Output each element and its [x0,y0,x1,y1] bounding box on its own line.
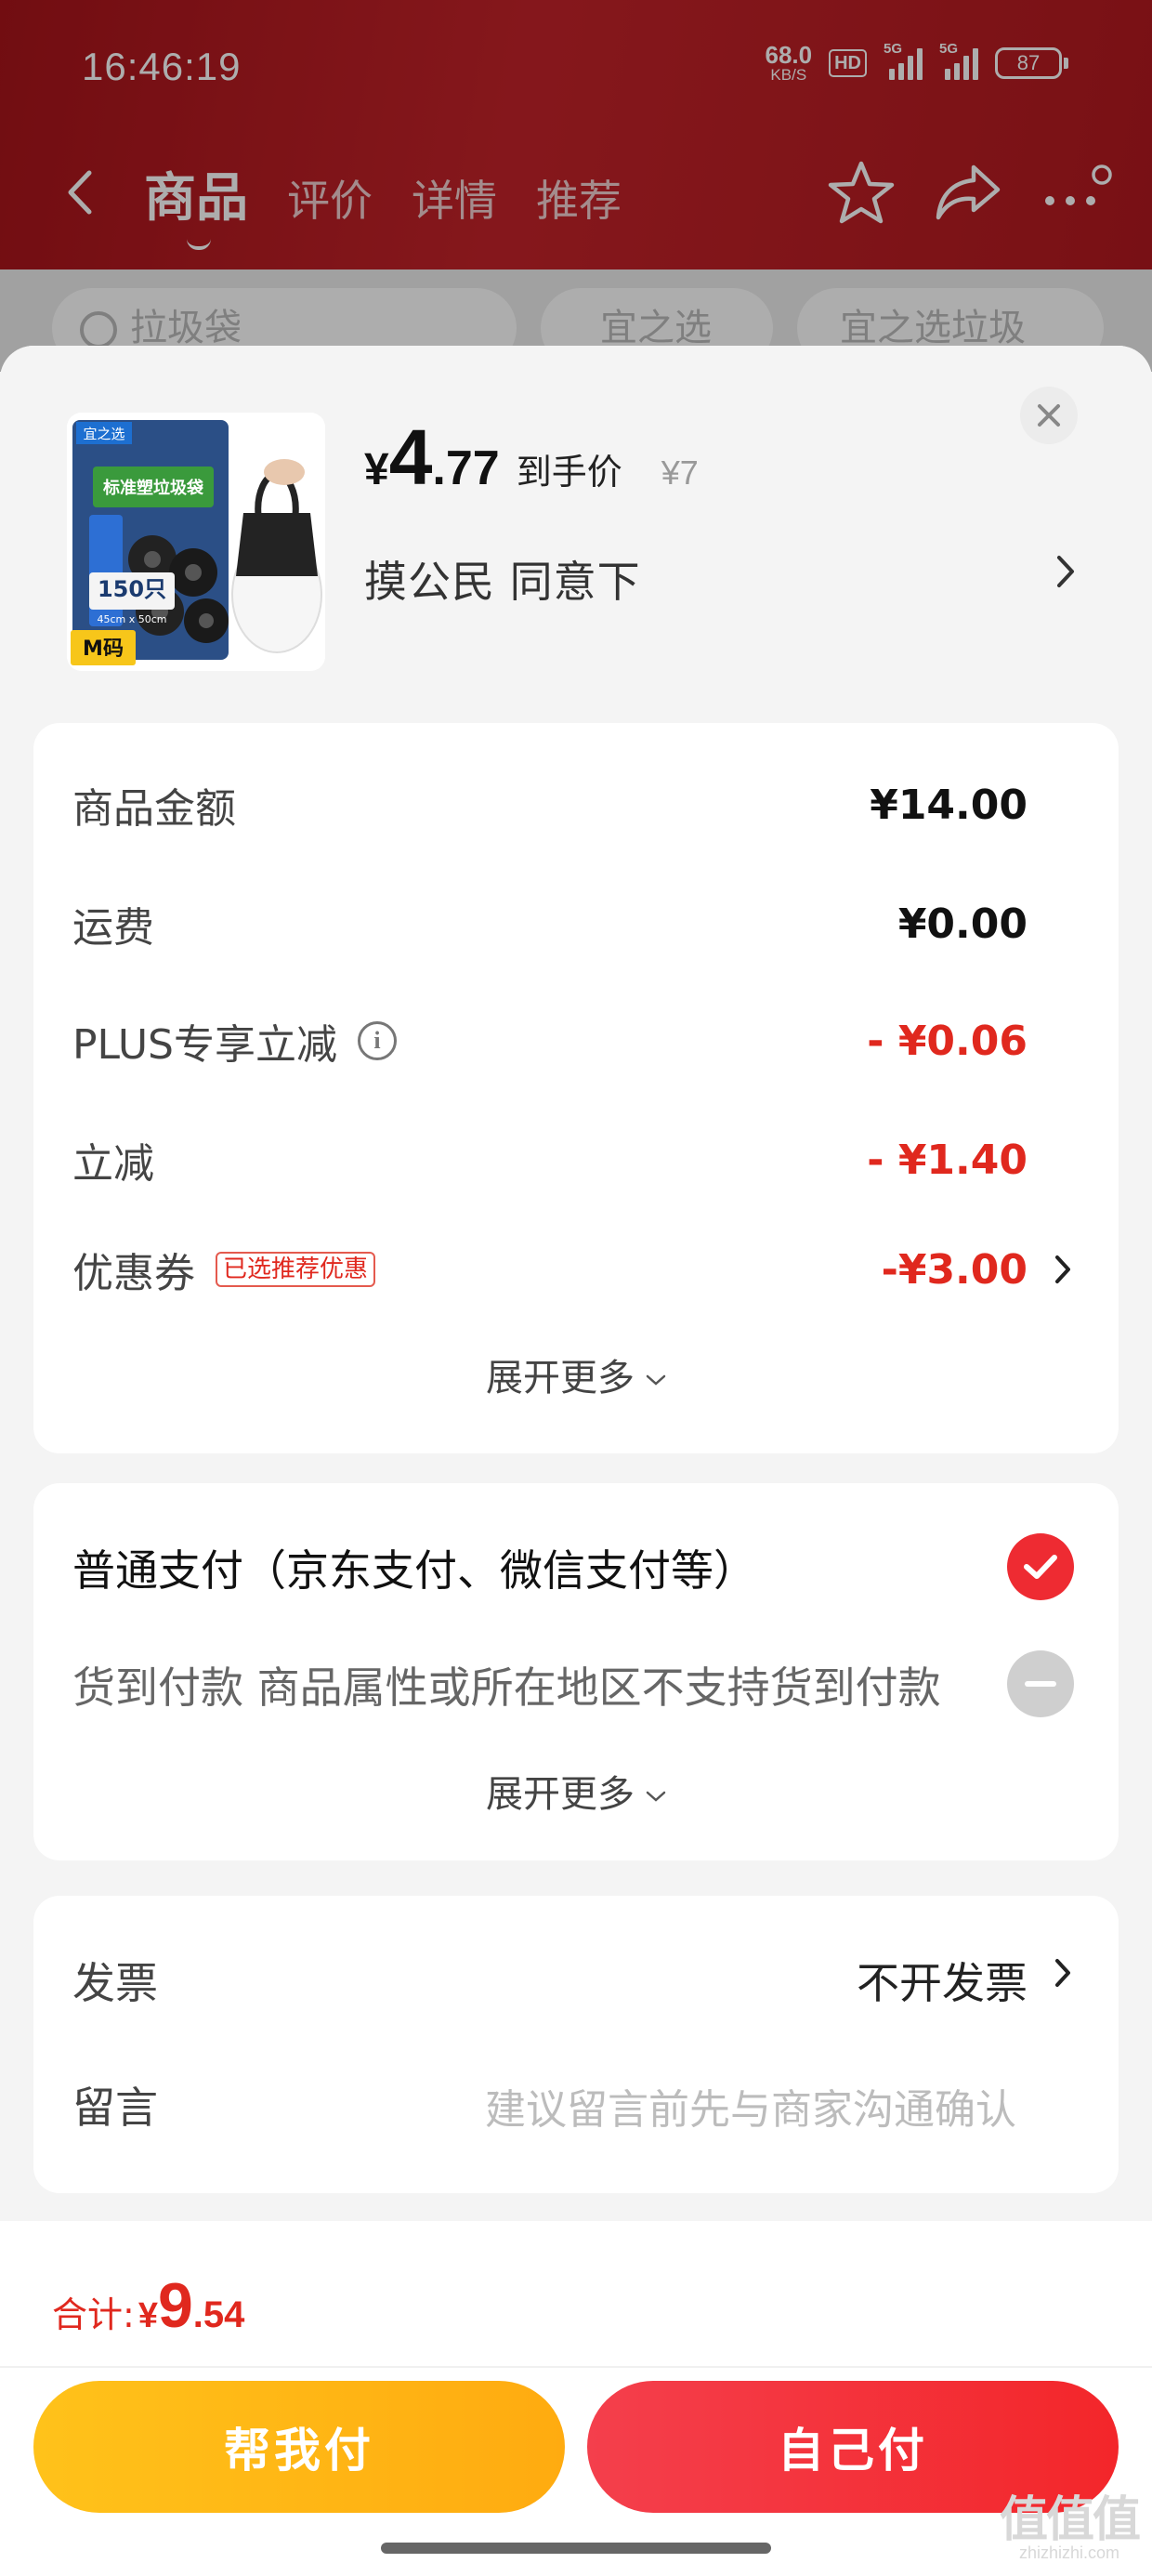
chevron-down-icon [646,1791,666,1802]
selected-spec[interactable]: 摸公民 同意下 [364,548,641,610]
total-decimal: .54 [192,2294,245,2335]
invoice-value[interactable]: 不开发票 [857,1950,1028,2011]
divider [0,2366,1152,2368]
dim-overlay [0,0,1152,372]
info-icon[interactable]: i [358,1021,397,1060]
svg-text:150只: 150只 [98,576,166,602]
invoice-note-card: 发票 不开发票 留言 建议留言前先与商家沟通确认 [33,1896,1119,2193]
product-summary: 宜之选 标准塑垃圾袋 150只 45cm x 50cm M码 ¥ 4 .77 到… [0,346,1152,717]
row-shipping: 运费 ¥0.00 [33,877,1119,970]
total-label: 合计: [52,2294,135,2335]
row-value: -¥3.00 [881,1245,1028,1294]
row-value: - ¥0.06 [867,1017,1028,1065]
svg-text:标准塑垃圾袋: 标准塑垃圾袋 [102,478,204,498]
row-label: 运费 [72,904,154,952]
watermark-url: zhizhizhi.com [1018,2543,1120,2562]
final-price-label: 到手价 [516,452,622,493]
row-value: ¥14.00 [870,781,1028,829]
price-decimal: .77 [432,441,500,495]
expand-more-label: 展开更多 [486,1357,635,1400]
invoice-label: 发票 [72,1958,158,2008]
note-label: 留言 [72,2083,158,2133]
check-icon [1024,1555,1057,1579]
chevron-right-icon[interactable] [1052,550,1080,593]
row-goods-amount: 商品金额 ¥14.00 [33,758,1119,851]
chevron-down-icon [646,1374,666,1386]
chevron-right-icon[interactable] [1052,1953,1074,1992]
price-integer: 4 [388,414,433,501]
help-pay-button[interactable]: 帮我付 [33,2381,565,2513]
home-indicator[interactable] [381,2543,771,2554]
expand-more-button[interactable]: 展开更多 [33,1347,1119,1401]
watermark-logo: 值值值 [999,2492,1141,2548]
payment-method-card: 普通支付（京东支付、微信支付等） 货到付款 商品属性或所在地区不支持货到付款 展… [33,1483,1119,1860]
row-value: ¥0.00 [897,900,1028,948]
coupon-tag: 已选推荐优惠 [216,1252,376,1287]
checkout-footer: 合计: ¥ 9 .54 帮我付 自己付 值值值 zhizhizhi.com [0,2221,1152,2576]
product-image: 宜之选 标准塑垃圾袋 150只 45cm x 50cm M码 [67,413,325,671]
price-row: ¥ 4 .77 到手价 ¥7 [364,418,699,496]
svg-text:宜之选: 宜之选 [83,426,124,442]
svg-text:M码: M码 [83,637,124,661]
note-input[interactable]: 建议留言前先与商家沟通确认 [485,2076,1016,2136]
row-plus-discount: PLUS专享立减 i - ¥0.06 [33,994,1119,1087]
svg-text:45cm x 50cm: 45cm x 50cm [97,613,166,625]
minus-icon [1025,1681,1056,1687]
row-label: 优惠券 [72,1250,195,1297]
original-price: ¥7 [661,453,699,492]
row-instant-discount: 立减 - ¥1.40 [33,1113,1119,1206]
row-label: PLUS专享立减 [72,1021,337,1069]
close-icon [1038,404,1060,427]
row-label-group: 优惠券 已选推荐优惠 [72,1240,376,1299]
total-currency: ¥ [137,2296,158,2335]
price-breakdown-card: 商品金额 ¥14.00 运费 ¥0.00 PLUS专享立减 i - ¥0.06 … [33,723,1119,1453]
row-label-group: PLUS专享立减 i [72,1011,397,1071]
row-label: 商品金额 [72,785,236,833]
total-price: 合计: ¥ 9 .54 [52,2269,244,2342]
row-value: - ¥1.40 [867,1136,1028,1184]
close-button[interactable] [1020,387,1078,444]
total-integer: 9 [157,2270,193,2341]
expand-more-label: 展开更多 [486,1773,635,1816]
watermark: 值值值 zhizhizhi.com [999,2492,1141,2562]
row-label: 立减 [72,1140,154,1188]
payment-normal-radio[interactable] [1007,1533,1074,1600]
row-coupon[interactable]: 优惠券 已选推荐优惠 -¥3.00 [33,1223,1119,1316]
expand-more-button[interactable]: 展开更多 [33,1764,1119,1818]
payment-cod-label: 货到付款 商品属性或所在地区不支持货到付款 [72,1663,941,1713]
product-thumbnail: 宜之选 标准塑垃圾袋 150只 45cm x 50cm M码 [67,413,325,671]
chevron-right-icon[interactable] [1052,1250,1074,1289]
price-currency: ¥ [364,445,389,494]
payment-cod-radio-disabled [1007,1650,1074,1717]
payment-normal-label[interactable]: 普通支付（京东支付、微信支付等） [72,1537,756,1598]
